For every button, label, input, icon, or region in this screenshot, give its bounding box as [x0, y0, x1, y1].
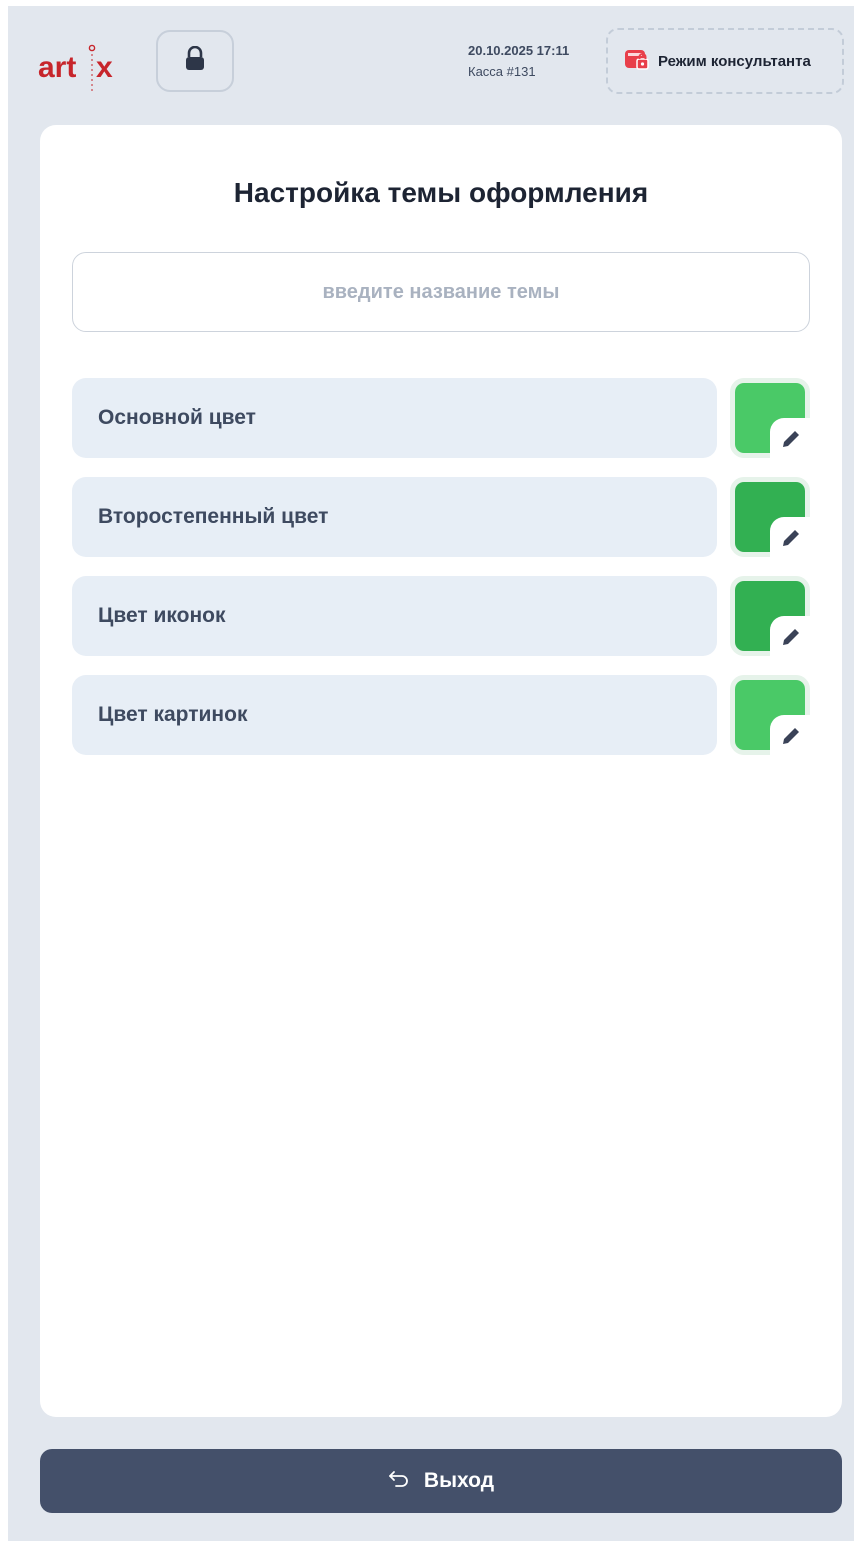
pencil-icon	[770, 616, 812, 658]
color-row-primary: Основной цвет	[72, 378, 812, 460]
theme-name-input[interactable]	[72, 252, 810, 332]
undo-arrow-icon	[388, 1469, 410, 1493]
pencil-icon	[770, 418, 812, 460]
artix-logo: art x	[38, 40, 128, 96]
lock-icon	[184, 45, 206, 77]
lock-button[interactable]	[156, 30, 234, 92]
color-row-label: Цвет иконок	[72, 576, 717, 656]
color-row-label: Основной цвет	[72, 378, 717, 458]
color-row-secondary: Второстепенный цвет	[72, 477, 812, 559]
exit-button[interactable]: Выход	[40, 1449, 842, 1513]
secondary-color-swatch[interactable]	[730, 477, 812, 559]
images-color-swatch[interactable]	[730, 675, 812, 757]
consultant-mode-button[interactable]: Режим консультанта	[606, 28, 844, 94]
store-lock-icon	[624, 47, 650, 75]
icons-color-swatch[interactable]	[730, 576, 812, 658]
primary-color-swatch[interactable]	[730, 378, 812, 460]
header-register: Касса #131	[468, 64, 536, 79]
page-title: Настройка темы оформления	[233, 177, 649, 208]
color-row-label: Второстепенный цвет	[72, 477, 717, 557]
svg-text:x: x	[96, 51, 113, 84]
app-screen: art x 20.10.2025 17:11 Касса #131 Режим …	[8, 6, 854, 1541]
color-row-icons: Цвет иконок	[72, 576, 812, 658]
color-row-images: Цвет картинок	[72, 675, 812, 757]
exit-label: Выход	[423, 1469, 495, 1492]
pencil-icon	[770, 715, 812, 757]
svg-text:art: art	[38, 51, 76, 84]
color-row-label: Цвет картинок	[72, 675, 717, 755]
header-info: 20.10.2025 17:11 Касса #131	[468, 40, 592, 82]
consultant-mode-label: Режим консультанта	[658, 52, 811, 70]
theme-settings-card: Настройка темы оформления Основной цвет …	[40, 125, 842, 1417]
header-datetime: 20.10.2025 17:11	[468, 43, 570, 58]
pencil-icon	[770, 517, 812, 559]
